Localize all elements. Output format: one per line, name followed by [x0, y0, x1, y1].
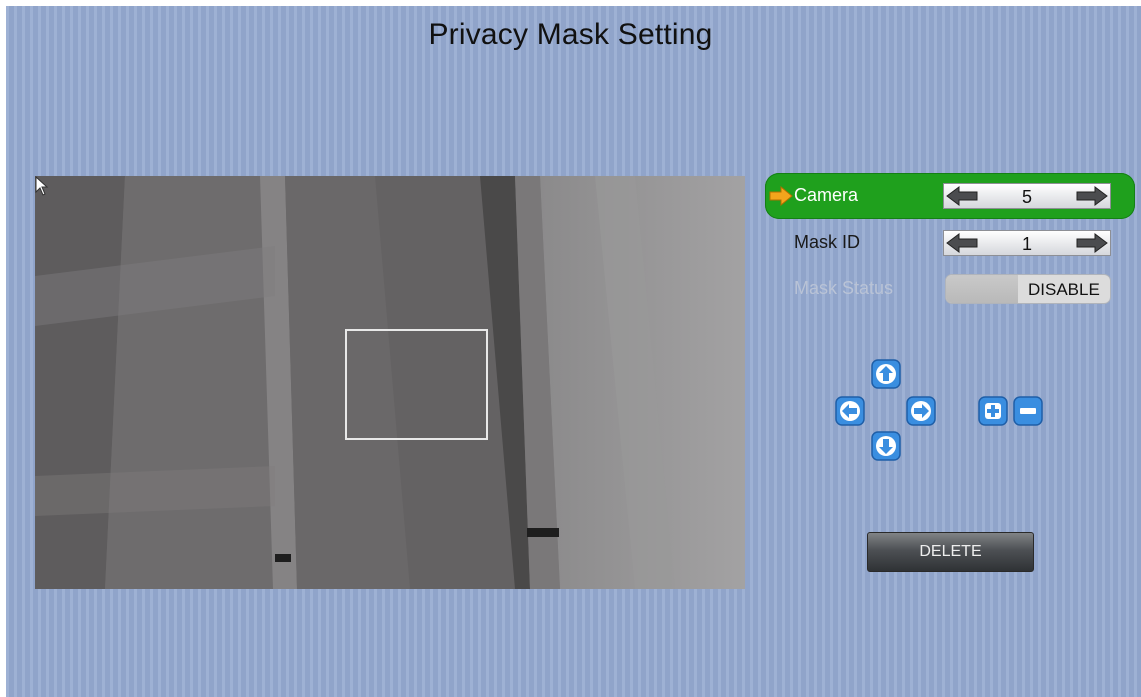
privacy-mask-rectangle[interactable] [345, 329, 488, 440]
mask-id-increment-arrow-icon[interactable] [1075, 232, 1109, 254]
camera-preview[interactable] [35, 176, 745, 589]
camera-increment-arrow-icon[interactable] [1075, 185, 1109, 207]
up-arrow-icon[interactable] [871, 359, 901, 389]
down-arrow-icon[interactable] [871, 431, 901, 461]
mask-status-value: DISABLE [1028, 280, 1100, 299]
mask-id-label: Mask ID [794, 232, 861, 252]
selection-arrow-icon [769, 186, 793, 206]
mask-status-toggle[interactable]: DISABLE [945, 274, 1111, 304]
right-arrow-icon[interactable] [906, 396, 936, 426]
delete-button[interactable]: DELETE [867, 532, 1034, 572]
toggle-knob [946, 275, 1018, 303]
mask-id-row[interactable]: Mask ID 1 [765, 220, 1135, 266]
camera-spinner[interactable]: 5 [943, 183, 1111, 209]
camera-row[interactable]: Camera 5 [765, 173, 1135, 219]
camera-label: Camera [794, 185, 859, 205]
page-title: Privacy Mask Setting [428, 18, 713, 51]
plus-icon[interactable] [978, 396, 1008, 426]
mouse-cursor-icon [35, 176, 49, 196]
mask-status-label: Mask Status [794, 278, 894, 298]
left-arrow-icon[interactable] [835, 396, 865, 426]
minus-icon[interactable] [1013, 396, 1043, 426]
mask-status-row[interactable]: Mask Status DISABLE [765, 266, 1135, 312]
mask-id-spinner[interactable]: 1 [943, 230, 1111, 256]
